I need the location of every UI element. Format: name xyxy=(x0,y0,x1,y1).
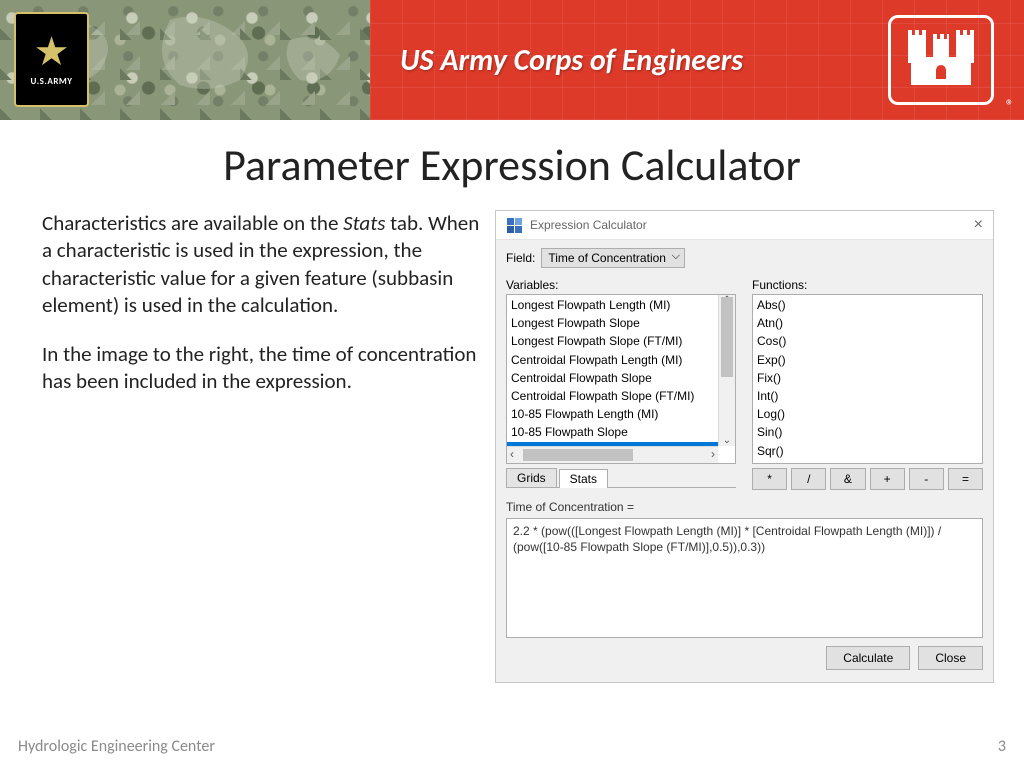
paragraph-1: Characteristics are available on the Sta… xyxy=(42,210,487,319)
function-item[interactable]: Cos() xyxy=(753,332,982,350)
operator-button[interactable]: & xyxy=(830,468,865,490)
close-icon[interactable]: × xyxy=(974,216,983,234)
army-label: U.S.ARMY xyxy=(31,76,73,87)
button-row: Calculate Close xyxy=(506,638,983,674)
operators-row: */&+-= xyxy=(752,468,983,490)
function-item[interactable]: Int() xyxy=(753,387,982,405)
variable-item[interactable]: Longest Flowpath Length (MI) xyxy=(507,296,718,314)
variable-item[interactable]: Longest Flowpath Slope xyxy=(507,314,718,332)
calculate-button[interactable]: Calculate xyxy=(826,646,910,670)
variable-item[interactable]: 10-85 Flowpath Slope xyxy=(507,423,718,441)
expression-calculator-dialog: Expression Calculator × Field: Time of C… xyxy=(495,210,994,683)
field-select[interactable]: Time of Concentration xyxy=(541,248,685,268)
tab-grids[interactable]: Grids xyxy=(506,468,557,487)
function-item[interactable]: Fix() xyxy=(753,369,982,387)
castle-icon xyxy=(911,35,971,85)
variable-item[interactable]: Centroidal Flowpath Length (MI) xyxy=(507,351,718,369)
slide-title: Parameter Expression Calculator xyxy=(0,138,1024,192)
tab-stats[interactable]: Stats xyxy=(559,469,608,488)
variable-item[interactable]: Longest Flowpath Slope (FT/MI) xyxy=(507,332,718,350)
function-item[interactable]: Exp() xyxy=(753,351,982,369)
description-text: Characteristics are available on the Sta… xyxy=(42,210,487,683)
functions-label: Functions: xyxy=(752,278,983,292)
operator-button[interactable]: / xyxy=(791,468,826,490)
footer-left: Hydrologic Engineering Center xyxy=(18,737,215,756)
vertical-scrollbar[interactable] xyxy=(718,295,735,446)
function-item[interactable]: Abs() xyxy=(753,296,982,314)
dialog-body: Field: Time of Concentration Variables: … xyxy=(496,240,993,682)
field-row: Field: Time of Concentration xyxy=(506,248,983,268)
operator-button[interactable]: = xyxy=(948,468,983,490)
usace-castle-logo xyxy=(888,15,994,105)
banner-title: US Army Corps of Engineers xyxy=(400,42,743,79)
operator-button[interactable]: * xyxy=(752,468,787,490)
variable-item[interactable]: Centroidal Flowpath Slope xyxy=(507,369,718,387)
variable-item[interactable]: 10-85 Flowpath Length (MI) xyxy=(507,405,718,423)
dialog-title: Expression Calculator xyxy=(530,218,647,232)
horizontal-scrollbar[interactable] xyxy=(507,446,718,463)
operator-button[interactable]: - xyxy=(909,468,944,490)
function-item[interactable]: Log() xyxy=(753,405,982,423)
paragraph-2: In the image to the right, the time of c… xyxy=(42,341,487,396)
expression-label: Time of Concentration = xyxy=(506,500,983,514)
function-item[interactable]: Sqr() xyxy=(753,442,982,460)
page-number: 3 xyxy=(998,737,1006,756)
dialog-titlebar: Expression Calculator × xyxy=(496,211,993,240)
banner-right: US Army Corps of Engineers ® xyxy=(370,0,1024,120)
close-button[interactable]: Close xyxy=(918,646,983,670)
tabs: Grids Stats xyxy=(506,468,736,488)
registered-mark: ® xyxy=(1006,97,1014,116)
function-item[interactable]: Sin() xyxy=(753,423,982,441)
banner-left: ★ U.S.ARMY xyxy=(0,0,370,120)
content-area: Characteristics are available on the Sta… xyxy=(0,192,1024,683)
us-army-logo: ★ U.S.ARMY xyxy=(14,12,89,107)
variables-label: Variables: xyxy=(506,278,736,292)
variables-column: Variables: Longest Flowpath Length (MI)L… xyxy=(506,274,736,490)
stats-word: Stats xyxy=(343,210,385,236)
operator-button[interactable]: + xyxy=(870,468,905,490)
variables-listbox[interactable]: Longest Flowpath Length (MI)Longest Flow… xyxy=(506,294,736,464)
field-label: Field: xyxy=(506,251,535,265)
header-banner: ★ U.S.ARMY US Army Corps of Engineers ® xyxy=(0,0,1024,120)
expression-textarea[interactable]: 2.2 * (pow(([Longest Flowpath Length (MI… xyxy=(506,518,983,638)
app-icon xyxy=(506,217,522,233)
variable-item[interactable]: Centroidal Flowpath Slope (FT/MI) xyxy=(507,387,718,405)
functions-listbox[interactable]: Abs()Atn()Cos()Exp()Fix()Int()Log()Sin()… xyxy=(752,294,983,464)
function-item[interactable]: Tan() xyxy=(753,460,982,464)
functions-column: Functions: Abs()Atn()Cos()Exp()Fix()Int(… xyxy=(752,274,983,490)
function-item[interactable]: Atn() xyxy=(753,314,982,332)
footer: Hydrologic Engineering Center 3 xyxy=(18,737,1006,756)
star-icon: ★ xyxy=(34,32,70,72)
